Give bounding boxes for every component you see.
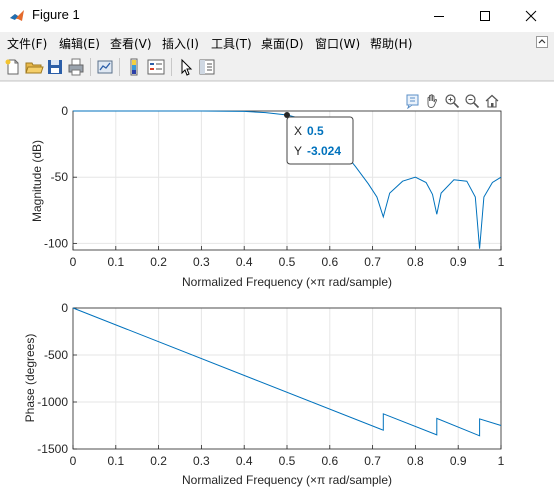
x-tick-label: 0.3 — [193, 454, 210, 468]
x-tick-label: 0.9 — [450, 454, 467, 468]
x-tick-label: 0.5 — [279, 454, 296, 468]
x-tick-label: 1 — [498, 454, 505, 468]
y-tick-label: -1000 — [37, 395, 68, 409]
x-tick-label: 0.8 — [407, 454, 424, 468]
y-tick-label: 0 — [61, 301, 68, 315]
phase-ylabel: Phase (degrees) — [23, 334, 37, 423]
y-tick-label: -1500 — [37, 442, 68, 456]
x-tick-label: 0.6 — [321, 454, 338, 468]
x-tick-label: 0 — [70, 454, 77, 468]
x-tick-label: 0.4 — [236, 454, 253, 468]
x-tick-label: 0.7 — [364, 454, 381, 468]
y-tick-label: -500 — [44, 348, 68, 362]
x-tick-label: 0.2 — [150, 454, 167, 468]
phase-xlabel: Normalized Frequency (×π rad/sample) — [182, 473, 392, 487]
phase-plot: 0 0.1 0.2 0.3 0.4 0.5 0.6 0.7 0.8 0.9 1 0 -500 -1000… — [23, 301, 505, 487]
x-tick-label: 0.1 — [107, 454, 124, 468]
